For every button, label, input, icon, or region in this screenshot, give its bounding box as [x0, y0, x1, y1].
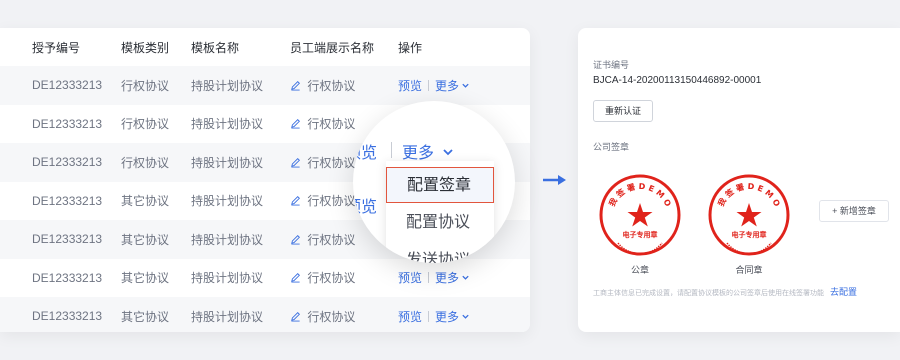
display-name-text: 行权协议	[307, 232, 356, 247]
table-row: DE12333213 行权协议 持股计划协议 行权协议 预览更多	[0, 66, 530, 105]
cell-grant-id: DE12333213	[32, 193, 103, 208]
preview-link[interactable]: 预览	[398, 310, 422, 324]
edit-icon[interactable]	[290, 80, 301, 91]
svg-text:电子专用章: 电子专用章	[732, 230, 767, 239]
divider	[428, 272, 430, 284]
cell-display-name: 行权协议	[290, 77, 355, 94]
more-dropdown[interactable]: 更多	[435, 79, 470, 93]
display-name-text: 行权协议	[307, 155, 356, 170]
reauth-button[interactable]: 重新认证	[593, 100, 653, 122]
chevron-down-icon	[462, 275, 469, 280]
cell-actions: 预览更多	[398, 77, 470, 94]
seal-settings-panel: 证书编号 BJCA-14-20200113150446892-00001 重新认…	[578, 28, 900, 332]
note-text: 工商主体信息已完成设置，请配置协议模板的公司签章后使用在线签署功能	[593, 290, 824, 297]
display-name-text: 行权协议	[307, 309, 356, 324]
cell-category: 其它协议	[121, 309, 170, 324]
cell-display-name: 行权协议	[290, 308, 355, 325]
menu-item-configure-seal[interactable]: 配置签章	[386, 167, 494, 203]
edit-icon[interactable]	[290, 118, 301, 129]
divider	[428, 79, 430, 91]
zoomed-preview-link[interactable]: 预览	[353, 139, 377, 163]
more-label: 更多	[435, 78, 460, 93]
seal-caption: 公章	[630, 265, 649, 275]
divider	[428, 310, 430, 322]
more-label: 更多	[435, 309, 460, 324]
cert-number: BJCA-14-20200113150446892-00001	[593, 75, 762, 86]
display-name-text: 行权协议	[307, 271, 356, 286]
zoomed-more-dropdown[interactable]: 更多	[402, 139, 455, 163]
arrow-right-icon	[543, 175, 566, 185]
cell-template: 持股计划协议	[191, 232, 264, 247]
edit-icon[interactable]	[290, 311, 301, 322]
cell-template: 持股计划协议	[191, 155, 264, 170]
divider	[391, 142, 392, 158]
chevron-down-icon	[443, 149, 454, 156]
cell-category: 其它协议	[121, 271, 170, 286]
cell-actions: 预览更多	[398, 269, 470, 286]
cell-template: 持股计划协议	[191, 271, 264, 286]
header-display-name: 员工端展示名称	[290, 40, 375, 55]
edit-icon[interactable]	[290, 234, 301, 245]
cell-category: 行权协议	[121, 78, 170, 93]
cell-display-name: 行权协议	[290, 231, 355, 248]
header-category: 模板类别	[121, 40, 170, 55]
config-note: 工商主体信息已完成设置，请配置协议模板的公司签章后使用在线签署功能 去配置	[593, 285, 857, 298]
seal-label: 公司签章	[593, 142, 630, 152]
display-name-text: 行权协议	[307, 194, 356, 209]
header-actions: 操作	[398, 40, 423, 55]
more-dropdown-menu: 配置签章 配置协议 发送协议	[386, 161, 494, 263]
add-seal-button[interactable]: + 新增签章	[819, 200, 889, 222]
header-grant-id: 授予编号	[32, 40, 81, 55]
zoomed-preview-link-lower[interactable]: 预览	[353, 193, 377, 217]
more-dropdown[interactable]: 更多	[435, 310, 470, 324]
menu-item-configure-agreement[interactable]: 配置协议	[386, 205, 494, 241]
cell-display-name: 行权协议	[290, 154, 355, 171]
cell-template: 持股计划协议	[191, 117, 264, 132]
cell-category: 其它协议	[121, 194, 170, 209]
zoom-magnifier: 预览 更多 预览 配置签章 配置协议 发送协议	[353, 101, 515, 263]
cell-actions: 预览更多	[398, 308, 470, 325]
cell-display-name: 行权协议	[290, 192, 355, 209]
company-seal-image: 我 签 署 D E M O 电子专用章	[708, 174, 790, 256]
go-configure-link[interactable]: 去配置	[830, 287, 857, 297]
edit-icon[interactable]	[290, 157, 301, 168]
company-seal-image: 我 签 署 D E M O 电子专用章	[599, 174, 681, 256]
cell-template: 持股计划协议	[191, 194, 264, 209]
chevron-down-icon	[462, 314, 469, 319]
cell-display-name: 行权协议	[290, 115, 355, 132]
edit-icon[interactable]	[290, 272, 301, 283]
cell-category: 行权协议	[121, 117, 170, 132]
edit-icon[interactable]	[290, 195, 301, 206]
seal-caption: 合同章	[735, 265, 763, 275]
display-name-text: 行权协议	[307, 117, 356, 132]
more-label: 更多	[402, 145, 435, 162]
display-name-text: 行权协议	[307, 78, 356, 93]
cert-label: 证书编号	[593, 60, 630, 70]
cell-grant-id: DE12333213	[32, 78, 103, 93]
cell-grant-id: DE12333213	[32, 155, 103, 170]
table-row: DE12333213 其它协议 持股计划协议 行权协议 预览更多	[0, 297, 530, 332]
chevron-down-icon	[462, 83, 469, 88]
cell-grant-id: DE12333213	[32, 232, 103, 247]
preview-link[interactable]: 预览	[398, 79, 422, 93]
menu-item-send-agreement[interactable]: 发送协议	[386, 243, 494, 263]
preview-link[interactable]: 预览	[398, 271, 422, 285]
cell-category: 其它协议	[121, 232, 170, 247]
table-header: 授予编号 模板类别 模板名称 员工端展示名称 操作	[0, 28, 530, 66]
cell-category: 行权协议	[121, 155, 170, 170]
cell-grant-id: DE12333213	[32, 270, 103, 285]
more-label: 更多	[435, 271, 460, 286]
cell-template: 持股计划协议	[191, 78, 264, 93]
cell-grant-id: DE12333213	[32, 116, 103, 131]
table-row: DE12333213 其它协议 持股计划协议 行权协议 预览更多	[0, 259, 530, 298]
more-dropdown[interactable]: 更多	[435, 271, 470, 285]
cell-grant-id: DE12333213	[32, 309, 103, 324]
cell-template: 持股计划协议	[191, 309, 264, 324]
header-template: 模板名称	[191, 40, 240, 55]
svg-text:电子专用章: 电子专用章	[623, 230, 658, 239]
cell-display-name: 行权协议	[290, 269, 355, 286]
